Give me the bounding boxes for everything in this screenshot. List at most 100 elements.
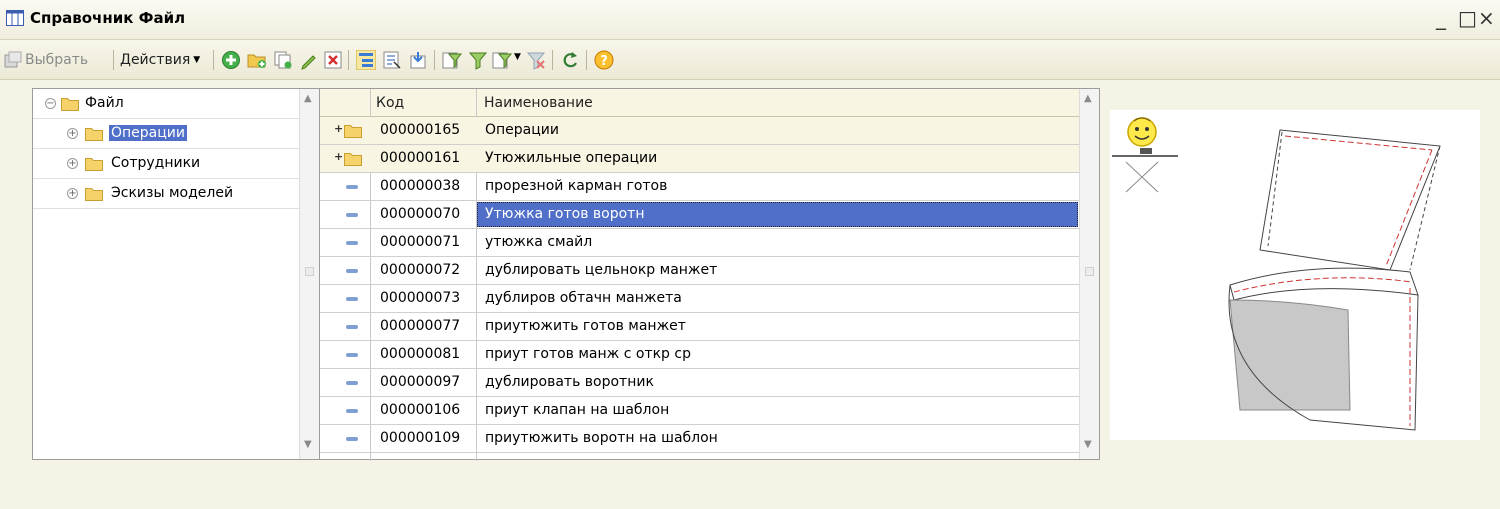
scroll-up-icon[interactable]: ▲ (304, 93, 312, 104)
folder-icon (85, 158, 103, 171)
item-icon (346, 241, 358, 245)
tree-item-label: Сотрудники (111, 155, 201, 171)
catalog-icon (6, 10, 24, 26)
toolbar-separator (113, 50, 114, 70)
scroll-thumb[interactable] (1085, 267, 1094, 276)
toolbar: Выбрать Действия ▼ ▼ ? (0, 40, 1500, 80)
filter-by-value-icon[interactable] (468, 50, 488, 70)
collar-pattern-sketch (1228, 129, 1441, 431)
column-header-name[interactable]: Наименование (484, 95, 593, 111)
actions-label: Действия (120, 52, 191, 68)
item-icon (346, 213, 358, 217)
catalog-window: Справочник Файл _ □ × Выбрать Действия ▼ (0, 0, 1500, 509)
cell-name: приут клапан на шаблон (485, 402, 670, 418)
scroll-up-icon[interactable]: ▲ (1084, 93, 1092, 104)
cell-name: Утюжка готов воротн (485, 206, 645, 222)
group-tree[interactable]: − Файл + Операции + Сотрудники + Эскизы … (32, 88, 320, 460)
add-icon[interactable] (221, 50, 241, 70)
collapse-icon[interactable]: − (45, 98, 56, 109)
table-row[interactable]: 000000073 дублиров обтачн манжета (320, 285, 1080, 313)
toolbar-separator (552, 50, 553, 70)
toolbar-separator (586, 50, 587, 70)
move-to-group-icon[interactable] (408, 50, 428, 70)
list-mode-icon[interactable] (382, 50, 402, 70)
chevron-down-icon[interactable]: ▼ (514, 52, 524, 72)
close-button[interactable]: × (1478, 6, 1495, 30)
item-icon (346, 297, 358, 301)
cell-code: 000000109 (380, 430, 461, 446)
table-row[interactable]: + 000000165 Операции (320, 117, 1080, 145)
refresh-icon[interactable] (560, 50, 580, 70)
edit-icon[interactable] (299, 50, 319, 70)
window-title: Справочник Файл (30, 9, 186, 27)
items-table[interactable]: Код Наименование + 000000165 Операции + … (320, 88, 1100, 461)
table-row[interactable]: 000000097 дублировать воротник (320, 369, 1080, 397)
title-bar: Справочник Файл _ □ × (0, 0, 1500, 40)
svg-text:?: ? (600, 54, 608, 69)
item-icon (346, 325, 358, 329)
folder-icon (85, 188, 103, 201)
toolbar-separator (434, 50, 435, 70)
expand-icon[interactable]: + (67, 128, 78, 139)
table-row[interactable]: 000000109 приутюжить воротн на шаблон (320, 425, 1080, 453)
table-row[interactable]: + 000000161 Утюжильные операции (320, 145, 1080, 173)
hierarchy-icon[interactable] (356, 50, 376, 70)
item-icon (346, 269, 358, 273)
tree-item-file[interactable]: − Файл (33, 89, 299, 119)
table-row[interactable]: 000000071 утюжка смайл (320, 229, 1080, 257)
tree-scrollbar[interactable]: ▲ ▼ (299, 89, 319, 459)
cell-name: приутюжить воротн на шаблон (485, 430, 718, 446)
table-row[interactable]: 000000106 приут клапан на шаблон (320, 397, 1080, 425)
maximize-button[interactable]: □ (1458, 6, 1477, 30)
minimize-button[interactable]: _ (1436, 6, 1446, 30)
table-row[interactable]: 000000038 прорезной карман готов (320, 173, 1080, 201)
cell-name: дублиров обтачн манжета (485, 290, 682, 306)
tree-item-label: Эскизы моделей (111, 185, 234, 201)
cell-code: 000000161 (380, 150, 461, 166)
scroll-thumb[interactable] (305, 267, 314, 276)
item-icon (346, 409, 358, 413)
folder-icon (344, 153, 362, 166)
table-row-selected[interactable]: 000000070 Утюжка готов воротн (320, 201, 1080, 229)
scroll-down-icon[interactable]: ▼ (1084, 439, 1092, 450)
column-header-code[interactable]: Код (376, 95, 404, 111)
cell-name: дублировать воротник (485, 374, 654, 390)
table-row[interactable]: 000000077 приутюжить готов манжет (320, 313, 1080, 341)
tree-item-operations[interactable]: + Операции (33, 119, 299, 149)
select-button[interactable]: Выбрать (4, 49, 88, 71)
actions-menu-button[interactable]: Действия ▼ (120, 49, 200, 71)
item-icon (346, 437, 358, 441)
copy-icon[interactable] (273, 50, 293, 70)
scroll-down-icon[interactable]: ▼ (304, 439, 312, 450)
group-up-icon: + (334, 150, 344, 163)
add-group-icon[interactable] (247, 50, 267, 70)
table-scrollbar[interactable]: ▲ ▼ (1079, 89, 1099, 459)
picture-preview (1110, 110, 1480, 440)
expand-icon[interactable]: + (67, 188, 78, 199)
toolbar-separator (213, 50, 214, 70)
chevron-down-icon: ▼ (193, 55, 201, 65)
clear-filter-icon[interactable] (526, 50, 546, 70)
tree-item-label: Файл (85, 95, 124, 111)
expand-icon[interactable]: + (67, 158, 78, 169)
cell-code: 000000070 (380, 206, 461, 222)
tree-item-model-sketches[interactable]: + Эскизы моделей (33, 179, 299, 209)
item-icon (346, 185, 358, 189)
cell-code: 000000071 (380, 234, 461, 250)
cell-code: 000000106 (380, 402, 461, 418)
cell-code: 000000097 (380, 374, 461, 390)
help-icon[interactable]: ? (594, 50, 614, 70)
table-row[interactable]: 000000072 дублировать цельнокр манжет (320, 257, 1080, 285)
folder-icon (61, 98, 79, 111)
cell-code: 000000165 (380, 122, 461, 138)
table-row[interactable]: 000000081 приут готов манж с откр ср (320, 341, 1080, 369)
filter-icon[interactable] (442, 50, 462, 70)
filter-history-icon[interactable] (492, 50, 512, 70)
cell-code: 000000081 (380, 346, 461, 362)
cell-name: приутюжить готов манжет (485, 318, 686, 334)
cell-code: 000000038 (380, 178, 461, 194)
folder-icon (85, 128, 103, 141)
delete-icon[interactable] (323, 50, 343, 70)
tree-item-employees[interactable]: + Сотрудники (33, 149, 299, 179)
cell-name: утюжка смайл (485, 234, 593, 250)
